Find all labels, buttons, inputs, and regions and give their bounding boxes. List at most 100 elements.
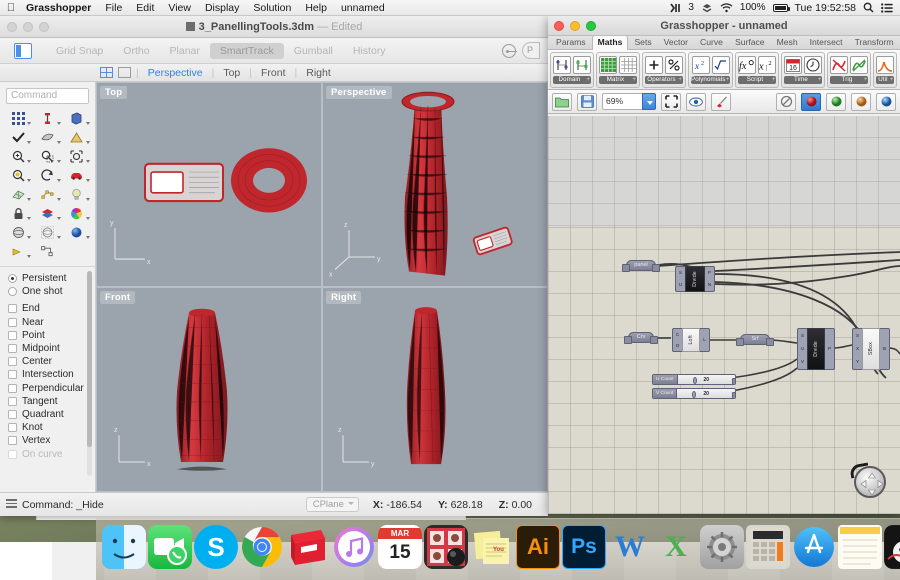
select-tool-icon[interactable]	[4, 129, 32, 146]
notification-center-icon[interactable]	[881, 2, 893, 13]
osnap-mode-one-shot[interactable]: One shot	[8, 285, 95, 298]
input-port[interactable]: Y	[853, 359, 862, 365]
input-port[interactable]: U	[798, 346, 807, 352]
menu-help[interactable]: Help	[298, 0, 334, 16]
zoom-window-icon[interactable]	[4, 148, 32, 165]
input-port[interactable]: O	[673, 343, 682, 349]
domain-components-icon[interactable]	[573, 56, 591, 74]
osnap-vertex[interactable]: Vertex	[8, 434, 95, 447]
status-menu-icon[interactable]	[6, 499, 17, 509]
dock-item-excel[interactable]: X	[654, 525, 698, 569]
record-history-icon[interactable]	[502, 43, 517, 58]
menu-display[interactable]: Display	[198, 0, 246, 16]
sidebar-toggle-button[interactable]	[14, 42, 32, 59]
viewport-tab-perspective[interactable]: Perspective	[139, 67, 212, 79]
rhino-title-bar[interactable]: 3_PanellingTools.3dm — Edited	[0, 16, 548, 38]
component-inputs[interactable]: S U V	[797, 328, 807, 370]
apple-menu-icon[interactable]: 	[3, 2, 19, 14]
box-tool-icon[interactable]	[63, 110, 91, 127]
checkbox-tangent[interactable]	[8, 396, 17, 406]
chevron-down-icon[interactable]	[642, 93, 656, 110]
shaded-preview-icon[interactable]	[801, 92, 821, 111]
dock-item-illustrator[interactable]: Ai	[516, 525, 560, 569]
output-port[interactable]: P	[825, 346, 834, 352]
dock-item-facetime[interactable]	[148, 525, 192, 569]
four-view-layout-icon[interactable]	[100, 67, 113, 78]
component-body[interactable]: S U Divide P N	[675, 266, 715, 292]
slider-track[interactable]: 20	[677, 375, 735, 384]
dock-item-calculator[interactable]	[746, 525, 790, 569]
component-inputs[interactable]: S X Y	[852, 328, 862, 370]
single-view-layout-icon[interactable]	[118, 67, 131, 78]
tab-curve[interactable]: Curve	[694, 35, 729, 49]
command-input[interactable]: Command	[6, 88, 89, 104]
dropbox-icon[interactable]	[701, 3, 713, 13]
dock-item-itunes[interactable]	[332, 525, 376, 569]
srf-param-node[interactable]: Srf	[736, 334, 774, 346]
output-port[interactable]: L	[700, 337, 709, 343]
slider-knob[interactable]	[692, 377, 697, 384]
tab-vector[interactable]: Vector	[658, 35, 694, 49]
toggle-ortho[interactable]: Ortho	[113, 43, 159, 59]
modulo-icon[interactable]	[665, 56, 683, 74]
render-tool-icon[interactable]	[4, 243, 32, 260]
canvas-navigation-widget[interactable]	[854, 466, 886, 498]
light-tool-icon[interactable]	[63, 186, 91, 203]
crv-param-label[interactable]: Crv	[624, 332, 658, 344]
grasshopper-title-bar[interactable]: Grasshopper - unnamed	[548, 16, 900, 36]
checkbox-point[interactable]	[8, 330, 17, 340]
dock-item-notes[interactable]	[838, 525, 882, 569]
mesh-tool-icon[interactable]	[4, 186, 32, 203]
osnap-tangent[interactable]: Tangent	[8, 395, 95, 408]
viewport-tab-right[interactable]: Right	[297, 67, 340, 79]
rhino-window[interactable]: 3_PanellingTools.3dm — Edited Grid Snap …	[0, 16, 548, 516]
grid-tool-icon[interactable]	[4, 110, 32, 127]
menu-view[interactable]: View	[161, 0, 198, 16]
fx-icon[interactable]: fx	[738, 56, 757, 74]
component-label[interactable]: Divide	[807, 328, 825, 370]
tab-params[interactable]: Params	[550, 35, 592, 49]
toggle-grid-snap[interactable]: Grid Snap	[46, 43, 113, 59]
viewport-tab-top[interactable]: Top	[214, 67, 249, 79]
osnap-perpendicular[interactable]: Perpendicular	[8, 382, 95, 395]
tab-sets[interactable]: Sets	[628, 35, 657, 49]
component-inputs[interactable]: S U	[675, 266, 685, 292]
osnap-mode-persistent[interactable]: Persistent	[8, 272, 95, 285]
cplane-selector[interactable]: CPlane	[305, 497, 359, 512]
sphere-tool-icon[interactable]	[4, 224, 32, 241]
dock-item-sketchup[interactable]	[286, 525, 330, 569]
input-port[interactable]: C	[673, 332, 682, 338]
viewport-perspective[interactable]: Perspective z y x	[323, 83, 547, 286]
viewport-tab-front[interactable]: Front	[252, 67, 295, 79]
x-squared-icon[interactable]: x | 2	[758, 56, 777, 74]
loft-node[interactable]: C O Loft L	[672, 328, 710, 352]
divide-surface-top-node[interactable]: S U Divide P N	[675, 266, 715, 292]
radio-persistent[interactable]	[8, 274, 17, 284]
tab-mesh[interactable]: Mesh	[771, 35, 804, 49]
component-outputs[interactable]: L	[700, 328, 710, 352]
battery-icon[interactable]	[772, 3, 790, 12]
wifi-icon[interactable]	[720, 2, 733, 13]
tab-intersect[interactable]: Intersect	[804, 35, 849, 49]
dock-item-system-preferences[interactable]	[700, 525, 744, 569]
tab-surface[interactable]: Surface	[729, 35, 771, 49]
zoom-selected-icon[interactable]	[33, 148, 61, 165]
menu-edit[interactable]: Edit	[129, 0, 161, 16]
orange-sphere-icon[interactable]	[851, 92, 871, 111]
component-body[interactable]: C O Loft L	[672, 328, 710, 352]
viewport-right[interactable]: Right z y	[323, 288, 547, 491]
tab-transform[interactable]: Transform	[849, 35, 900, 49]
output-port[interactable]: P	[705, 270, 714, 276]
power-icon[interactable]: x2	[691, 56, 710, 74]
menu-app-name[interactable]: Grasshopper	[19, 0, 98, 16]
osnap-quadrant[interactable]: Quadrant	[8, 408, 95, 421]
v-count-slider[interactable]: V Count 20	[652, 388, 736, 399]
checkbox-perpendicular[interactable]	[8, 383, 17, 393]
component-label[interactable]: Loft	[682, 328, 700, 352]
menu-document-name[interactable]: unnamed	[334, 0, 392, 16]
toggle-smarttrack[interactable]: SmartTrack	[209, 42, 284, 59]
dock-item-calendar[interactable]: MAR 15	[378, 525, 422, 569]
u-count-slider[interactable]: U Count 20	[652, 374, 736, 385]
dock-item-photobooth[interactable]	[424, 525, 468, 569]
surface-box-node[interactable]: S X Y SBox B	[852, 328, 890, 370]
